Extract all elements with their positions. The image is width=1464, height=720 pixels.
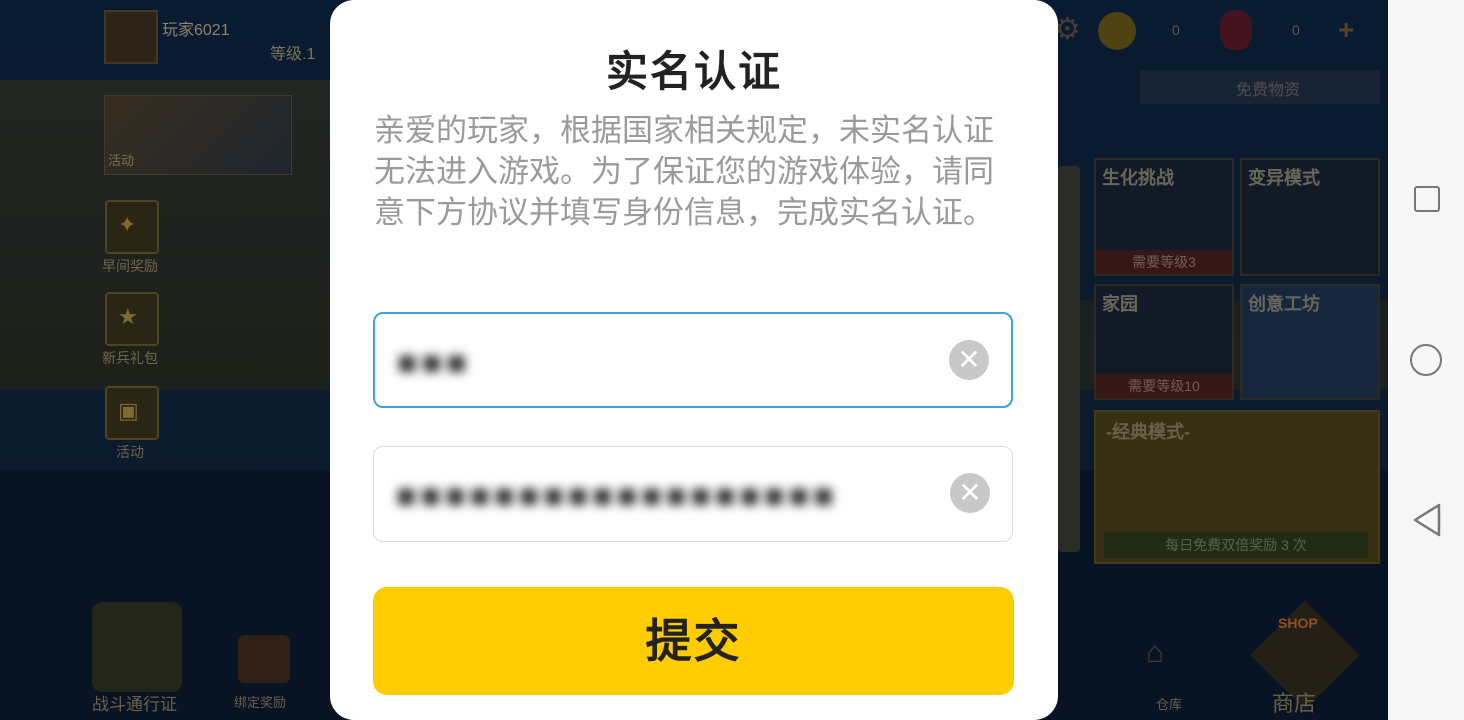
android-nav-bar xyxy=(1388,0,1464,720)
name-input-value: ■■■ xyxy=(397,344,471,382)
home-icon[interactable] xyxy=(1410,344,1442,376)
id-number-input[interactable]: ■■■■■■■■■■■■■■■■■■ ✕ xyxy=(373,446,1013,542)
close-icon: ✕ xyxy=(957,344,981,375)
clear-id-button[interactable]: ✕ xyxy=(950,473,990,513)
real-name-verification-dialog: 实名认证 亲爱的玩家，根据国家相关规定，未实名认证无法进入游戏。为了保证您的游戏… xyxy=(330,0,1058,720)
clear-name-button[interactable]: ✕ xyxy=(949,340,989,380)
recent-apps-icon[interactable] xyxy=(1414,186,1440,212)
dialog-title: 实名认证 xyxy=(605,48,782,95)
close-icon: ✕ xyxy=(958,477,982,508)
id-number-input-value: ■■■■■■■■■■■■■■■■■■ xyxy=(396,477,838,515)
back-icon[interactable] xyxy=(1412,502,1442,538)
dialog-description: 亲爱的玩家，根据国家相关规定，未实名认证无法进入游戏。为了保证您的游戏体验，请同… xyxy=(374,113,994,230)
name-input[interactable]: ■■■ ✕ xyxy=(373,312,1013,408)
submit-button[interactable]: 提交 xyxy=(373,587,1014,695)
